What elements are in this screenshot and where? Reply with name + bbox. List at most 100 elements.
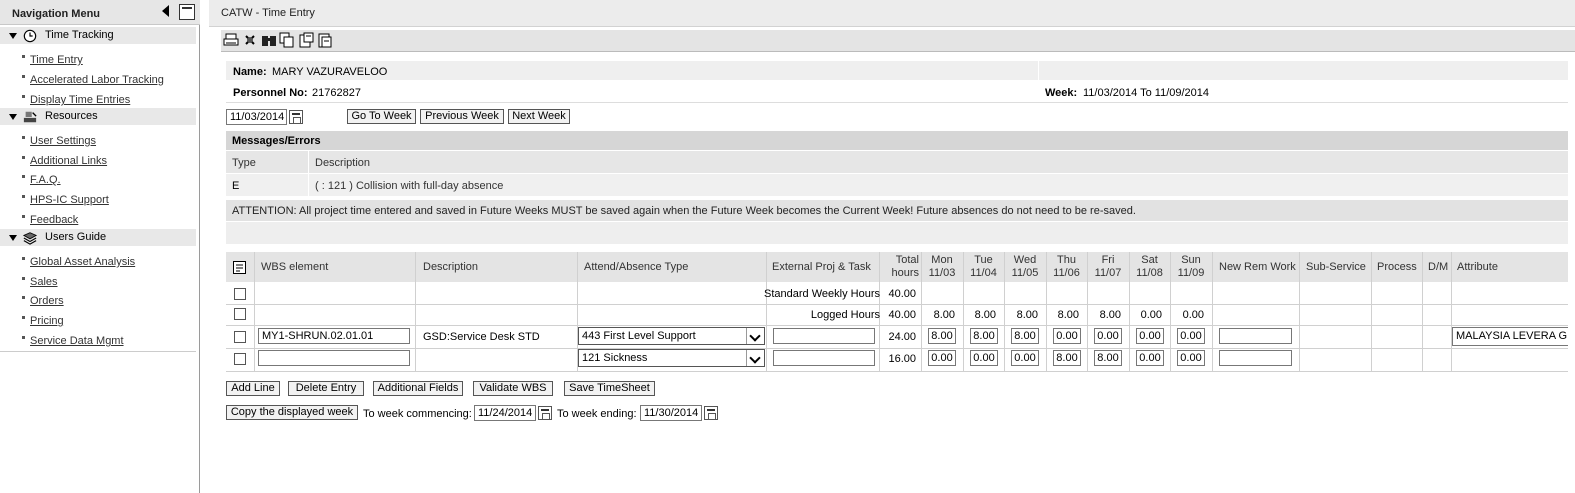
find-icon[interactable] — [261, 32, 277, 48]
nav-link-global-asset-analysis[interactable]: Global Asset Analysis — [22, 256, 135, 268]
chevron-down-icon[interactable] — [746, 350, 764, 366]
hours-thu-input[interactable]: 8.00 — [1053, 350, 1081, 366]
col-description: Description — [423, 261, 479, 273]
wbs-element-input[interactable]: MY1-SHRUN.02.01.01 — [258, 328, 410, 344]
hours-wed-input[interactable]: 8.00 — [1011, 328, 1039, 344]
nav-link-label[interactable]: Time Entry — [30, 54, 83, 66]
col-sat: Sat 11/08 — [1129, 254, 1170, 280]
expand-triangle-icon[interactable] — [9, 235, 17, 241]
nav-link-service-data-mgmt[interactable]: Service Data Mgmt — [22, 335, 124, 347]
expand-triangle-icon[interactable] — [9, 114, 17, 120]
hours-tue-input[interactable]: 0.00 — [970, 350, 998, 366]
nav-link-label[interactable]: F.A.Q. — [30, 174, 61, 186]
bullet-icon — [22, 75, 25, 78]
day-date: 11/08 — [1136, 267, 1163, 279]
nav-section-resources[interactable]: Resources — [0, 108, 196, 125]
logged-wed: 8.00 — [1016, 309, 1038, 321]
collapse-arrow-icon[interactable] — [162, 5, 169, 17]
validate-wbs-button[interactable]: Validate WBS — [473, 381, 553, 396]
paste-icon[interactable] — [298, 32, 314, 48]
attention-banner: ATTENTION: All project time entered and … — [226, 200, 1568, 221]
hours-fri-input[interactable]: 0.00 — [1094, 328, 1122, 344]
maximize-icon[interactable] — [179, 4, 195, 20]
nav-link-additional-links[interactable]: Additional Links — [22, 155, 107, 167]
print-icon[interactable] — [223, 32, 239, 48]
copy-icon[interactable] — [279, 32, 295, 48]
bullet-icon — [22, 95, 25, 98]
save-timesheet-button[interactable]: Save TimeSheet — [564, 381, 655, 396]
bullet-icon — [22, 136, 25, 139]
nav-link-hps-ic-support[interactable]: HPS-IC Support — [22, 194, 109, 206]
settings-icon[interactable] — [242, 32, 258, 48]
hours-tue-input[interactable]: 8.00 — [970, 328, 998, 344]
nav-link-label[interactable]: Additional Links — [30, 155, 107, 167]
hours-mon-input[interactable]: 0.00 — [928, 350, 956, 366]
calendar-icon[interactable] — [538, 406, 552, 420]
personnel-row: Personnel No: 21762827 Week: 11/03/2014 … — [226, 81, 1568, 103]
chevron-down-icon[interactable] — [746, 328, 764, 344]
external-proj-input[interactable] — [773, 328, 875, 344]
row-select-checkbox[interactable] — [234, 331, 246, 343]
row-select-checkbox[interactable] — [234, 353, 246, 365]
week-value: 11/03/2014 To 11/09/2014 — [1083, 87, 1210, 99]
week-date-field[interactable]: 11/03/2014 — [226, 109, 287, 125]
hours-sun-input[interactable]: 0.00 — [1177, 350, 1205, 366]
nav-link-time-entry[interactable]: Time Entry — [22, 54, 83, 66]
row-select-checkbox[interactable] — [234, 308, 246, 320]
hours-thu-input[interactable]: 0.00 — [1053, 328, 1081, 344]
nav-section-time-tracking[interactable]: Time Tracking — [0, 27, 196, 44]
hours-sun-input[interactable]: 0.00 — [1177, 328, 1205, 344]
nav-link-label[interactable]: Orders — [30, 295, 64, 307]
expand-triangle-icon[interactable] — [9, 33, 17, 39]
nav-link-sales[interactable]: Sales — [22, 276, 58, 288]
external-proj-input[interactable] — [773, 350, 875, 366]
additional-fields-button[interactable]: Additional Fields — [373, 381, 463, 396]
nav-link-feedback[interactable]: Feedback — [22, 214, 78, 226]
new-rem-work-input[interactable] — [1219, 328, 1292, 344]
page-title: CATW - Time Entry — [221, 7, 315, 19]
bullet-icon — [22, 55, 25, 58]
personnel-value: 21762827 — [312, 87, 361, 99]
nav-link-label[interactable]: Global Asset Analysis — [30, 256, 135, 268]
nav-link-accelerated-labor-tracking[interactable]: Accelerated Labor Tracking — [22, 74, 164, 86]
attend-absence-select[interactable]: 443 First Level Support — [578, 327, 765, 345]
hours-fri-input[interactable]: 8.00 — [1094, 350, 1122, 366]
add-line-button[interactable]: Add Line — [226, 381, 280, 396]
nav-link-pricing[interactable]: Pricing — [22, 315, 64, 327]
hours-sat-input[interactable]: 0.00 — [1136, 350, 1164, 366]
new-rem-work-input[interactable] — [1219, 350, 1292, 366]
nav-link-label[interactable]: Feedback — [30, 214, 78, 226]
row-select-checkbox[interactable] — [234, 288, 246, 300]
hours-wed-input[interactable]: 0.00 — [1011, 350, 1039, 366]
nav-link-user-settings[interactable]: User Settings — [22, 135, 96, 147]
export-icon[interactable] — [317, 32, 333, 48]
attend-absence-select[interactable]: 121 Sickness — [578, 349, 765, 367]
nav-link-label[interactable]: HPS-IC Support — [30, 194, 109, 206]
week-ending-field[interactable]: 11/30/2014 — [640, 405, 702, 421]
next-week-button[interactable]: Next Week — [508, 109, 570, 124]
hours-mon-input[interactable]: 8.00 — [928, 328, 956, 344]
nav-link-orders[interactable]: Orders — [22, 295, 64, 307]
nav-link-label[interactable]: Service Data Mgmt — [30, 335, 124, 347]
select-all-icon[interactable] — [233, 261, 246, 274]
nav-link-label[interactable]: Pricing — [30, 315, 64, 327]
nav-link-faq[interactable]: F.A.Q. — [22, 174, 61, 186]
nav-link-label[interactable]: User Settings — [30, 135, 96, 147]
nav-link-display-time-entries[interactable]: Display Time Entries — [22, 94, 130, 106]
previous-week-button[interactable]: Previous Week — [420, 109, 504, 124]
calendar-icon[interactable] — [289, 110, 303, 124]
nav-link-label[interactable]: Sales — [30, 276, 58, 288]
nav-link-label[interactable]: Display Time Entries — [30, 94, 130, 106]
delete-entry-button[interactable]: Delete Entry — [288, 381, 364, 396]
calendar-icon[interactable] — [704, 406, 718, 420]
col-total-hours: Total hours — [881, 254, 919, 280]
nav-link-label[interactable]: Accelerated Labor Tracking — [30, 74, 164, 86]
copy-displayed-week-button[interactable]: Copy the displayed week — [226, 405, 358, 420]
attribute-field[interactable]: MALAYSIA LEVERA GE — [1452, 327, 1568, 346]
go-to-week-button[interactable]: Go To Week — [347, 109, 416, 124]
hours-sat-input[interactable]: 0.00 — [1136, 328, 1164, 344]
nav-section-users-guide[interactable]: Users Guide — [0, 229, 196, 246]
wbs-element-input[interactable] — [258, 350, 410, 366]
day-date: 11/04 — [970, 267, 997, 279]
week-commencing-field[interactable]: 11/24/2014 — [474, 405, 536, 421]
